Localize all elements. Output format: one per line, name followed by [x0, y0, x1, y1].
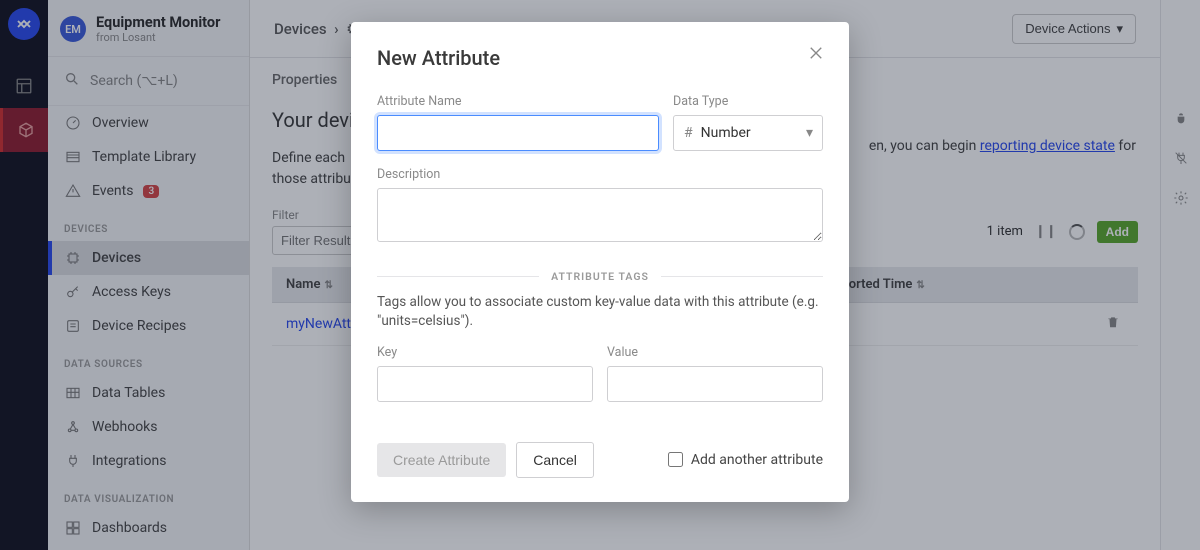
cancel-button[interactable]: Cancel: [516, 442, 594, 478]
tags-help-text: Tags allow you to associate custom key-v…: [377, 293, 823, 331]
modal-title: New Attribute: [377, 46, 823, 70]
attr-name-label: Attribute Name: [377, 94, 659, 109]
tag-key-input[interactable]: [377, 366, 593, 402]
tag-value-input[interactable]: [607, 366, 823, 402]
description-label: Description: [377, 167, 823, 182]
modal-overlay: New Attribute Attribute Name Data Type #…: [0, 0, 1200, 550]
close-icon[interactable]: [807, 44, 827, 64]
tag-value-label: Value: [607, 345, 823, 360]
create-attribute-button[interactable]: Create Attribute: [377, 443, 506, 477]
attr-name-input[interactable]: [377, 115, 659, 151]
description-input[interactable]: [377, 188, 823, 242]
attribute-tags-header: ATTRIBUTE TAGS: [377, 270, 823, 283]
add-another-checkbox[interactable]: Add another attribute: [668, 452, 823, 468]
add-another-input[interactable]: [668, 452, 683, 467]
hash-icon: #: [684, 125, 693, 141]
data-type-select[interactable]: # Number: [673, 115, 823, 151]
data-type-label: Data Type: [673, 94, 823, 109]
tag-key-label: Key: [377, 345, 593, 360]
new-attribute-modal: New Attribute Attribute Name Data Type #…: [351, 22, 849, 502]
